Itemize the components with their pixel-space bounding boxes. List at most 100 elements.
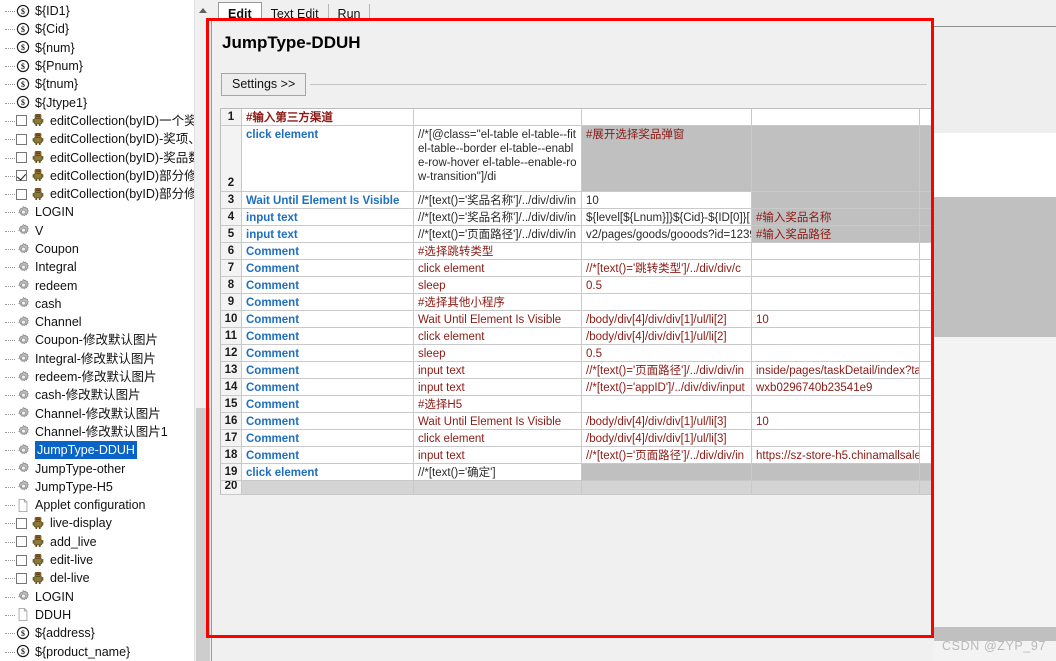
table-row[interactable]: 20 (221, 481, 932, 495)
grid-cell-col1[interactable]: click element (242, 464, 414, 481)
grid-cell-col5[interactable] (920, 192, 932, 209)
grid-cell-col3[interactable]: 10 (582, 192, 752, 209)
grid-cell-col4[interactable] (752, 243, 920, 260)
grid-cell-col5[interactable] (920, 379, 932, 396)
grid-cell-col1[interactable]: Comment (242, 328, 414, 345)
grid-cell-col3[interactable]: /body/div[4]/div/div[1]/ul/li[3] (582, 430, 752, 447)
tree-item-integral-[interactable]: Integral-修改默认图片 (0, 350, 211, 368)
tree-item-checkbox[interactable] (16, 133, 27, 145)
tree-item-editcollectionbyid[interactable]: editCollection(byID)部分修 (0, 185, 211, 203)
grid-cell-col2[interactable]: //*[text()='确定'] (414, 464, 582, 481)
grid-cell-col4[interactable] (752, 345, 920, 362)
grid-cell-col4[interactable] (752, 260, 920, 277)
tree-item-cash[interactable]: cash (0, 295, 211, 313)
grid-cell-col2[interactable]: click element (414, 328, 582, 345)
grid-cell-col1[interactable]: Comment (242, 243, 414, 260)
grid-cell-col3[interactable] (582, 396, 752, 413)
project-tree[interactable]: $ ${ID1} $ ${Cid} $ ${num} $ ${Pnum} $ ${tnum} $ ${… (0, 0, 211, 661)
grid-cell-col4[interactable] (752, 481, 920, 495)
tree-item-channel-1[interactable]: Channel-修改默认图片1 (0, 423, 211, 441)
grid-cell-col1[interactable]: Comment (242, 430, 414, 447)
grid-cell-col1[interactable]: Comment (242, 379, 414, 396)
grid-cell-col2[interactable]: input text (414, 447, 582, 464)
tree-item-num[interactable]: $ ${num} (0, 39, 211, 57)
grid-cell-col4[interactable] (752, 294, 920, 311)
grid-cell-col1[interactable]: Comment (242, 345, 414, 362)
grid-cell-col5[interactable] (920, 260, 932, 277)
grid-cell-col5[interactable] (920, 294, 932, 311)
grid-cell-col2[interactable]: //*[text()='页面路径']/../div/div/in (414, 226, 582, 243)
grid-cell-col1[interactable]: Comment (242, 294, 414, 311)
grid-cell-col2[interactable]: input text (414, 362, 582, 379)
grid-cell-col1[interactable]: Comment (242, 277, 414, 294)
grid-cell-col2[interactable]: #选择跳转类型 (414, 243, 582, 260)
grid-cell-col5[interactable] (920, 328, 932, 345)
grid-cell-col4[interactable]: #输入奖品名称 (752, 209, 920, 226)
sidebar-scrollbar-thumb[interactable] (196, 408, 210, 661)
tree-item-editcollectionbyid-[interactable]: editCollection(byID)-奖品数 (0, 148, 211, 166)
table-row[interactable]: 5 input text//*[text()='页面路径']/../div/div… (221, 226, 932, 243)
grid-cell-col2[interactable]: sleep (414, 345, 582, 362)
grid-cell-col2[interactable]: //*[@class="el-table el-table--fit el-ta… (414, 126, 582, 192)
tree-item-redeem-[interactable]: redeem-修改默认图片 (0, 368, 211, 386)
tree-item-checkbox[interactable] (16, 517, 27, 529)
grid-cell-col3[interactable]: //*[text()='页面路径']/../div/div/in (582, 447, 752, 464)
grid-cell-col2[interactable]: click element (414, 260, 582, 277)
grid-cell-col4[interactable] (752, 192, 920, 209)
tree-item-editcollectionbyid[interactable]: editCollection(byID)一个奖 (0, 112, 211, 130)
grid-cell-col5[interactable] (920, 209, 932, 226)
grid-cell-col5[interactable] (920, 447, 932, 464)
grid-cell-col2[interactable]: #选择其他小程序 (414, 294, 582, 311)
grid-cell-col2[interactable]: click element (414, 430, 582, 447)
grid-cell-col5[interactable] (920, 126, 932, 192)
tree-item-cash-[interactable]: cash-修改默认图片 (0, 386, 211, 404)
grid-cell-col3[interactable] (582, 464, 752, 481)
grid-cell-col3[interactable]: v2/pages/goods/gooods?id=1239 (582, 226, 752, 243)
grid-cell-col3[interactable] (582, 243, 752, 260)
grid-cell-col4[interactable] (752, 396, 920, 413)
tree-item-checkbox[interactable] (16, 115, 27, 127)
settings-button[interactable]: Settings >> (221, 73, 307, 96)
grid-cell-col3[interactable]: //*[text()='appID']/../div/div/input (582, 379, 752, 396)
scroll-up-arrow-icon[interactable] (195, 2, 211, 18)
tree-item-appletconfiguration[interactable]: Applet configuration (0, 496, 211, 514)
table-row[interactable]: 19 click element//*[text()='确定'] (221, 464, 932, 481)
table-row[interactable]: 7 Comment click element//*[text()='跳转类型']/… (221, 260, 932, 277)
grid-cell-col2[interactable]: input text (414, 379, 582, 396)
grid-cell-col3[interactable]: //*[text()='页面路径']/../div/div/in (582, 362, 752, 379)
grid-cell-col1[interactable]: Wait Until Element Is Visible (242, 192, 414, 209)
grid-cell-col5[interactable] (920, 311, 932, 328)
table-row[interactable]: 6 Comment #选择跳转类型 (221, 243, 932, 260)
tree-item-del-live[interactable]: del-live (0, 569, 211, 587)
tree-item-edit-live[interactable]: edit-live (0, 551, 211, 569)
grid-cell-col5[interactable] (920, 243, 932, 260)
tree-item-id1[interactable]: $ ${ID1} (0, 2, 211, 20)
grid-cell-col3[interactable]: /body/div[4]/div/div[1]/ul/li[2] (582, 328, 752, 345)
grid-cell-col1[interactable]: Comment (242, 396, 414, 413)
tree-item-redeem[interactable]: redeem (0, 276, 211, 294)
grid-cell-col2[interactable]: //*[text()='奖品名称']/../div/div/in (414, 209, 582, 226)
tree-item-channel-[interactable]: Channel-修改默认图片 (0, 405, 211, 423)
grid-cell-col4[interactable]: wxb0296740b23541e9 (752, 379, 920, 396)
grid-cell-col4[interactable] (752, 126, 920, 192)
grid-cell-col1[interactable]: input text (242, 226, 414, 243)
tree-item-dduh[interactable]: DDUH (0, 606, 211, 624)
tree-item-address[interactable]: $ ${address} (0, 624, 211, 642)
grid-cell-col1[interactable] (242, 481, 414, 495)
table-row[interactable]: 12 Comment sleep 0.5 (221, 345, 932, 362)
grid-cell-col1[interactable]: Comment (242, 311, 414, 328)
table-row[interactable]: 8 Comment sleep 0.5 (221, 277, 932, 294)
table-row[interactable]: 1 #输入第三方渠道 (221, 109, 932, 126)
grid-cell-col3[interactable] (582, 481, 752, 495)
tree-item-live-display[interactable]: live-display (0, 514, 211, 532)
tree-item-coupon[interactable]: Coupon (0, 240, 211, 258)
table-row[interactable]: 15 Comment #选择H5 (221, 396, 932, 413)
tree-item-jtype1[interactable]: $ ${Jtype1} (0, 93, 211, 111)
tree-item-editcollectionbyid[interactable]: editCollection(byID)部分修 (0, 167, 211, 185)
table-row[interactable]: 4 input text//*[text()='奖品名称']/../div/div… (221, 209, 932, 226)
table-row[interactable]: 16 Comment Wait Until Element Is Visible/b… (221, 413, 932, 430)
grid-cell-col1[interactable]: Comment (242, 413, 414, 430)
grid-cell-col4[interactable] (752, 328, 920, 345)
grid-cell-col4[interactable] (752, 277, 920, 294)
grid-cell-col1[interactable]: click element (242, 126, 414, 192)
